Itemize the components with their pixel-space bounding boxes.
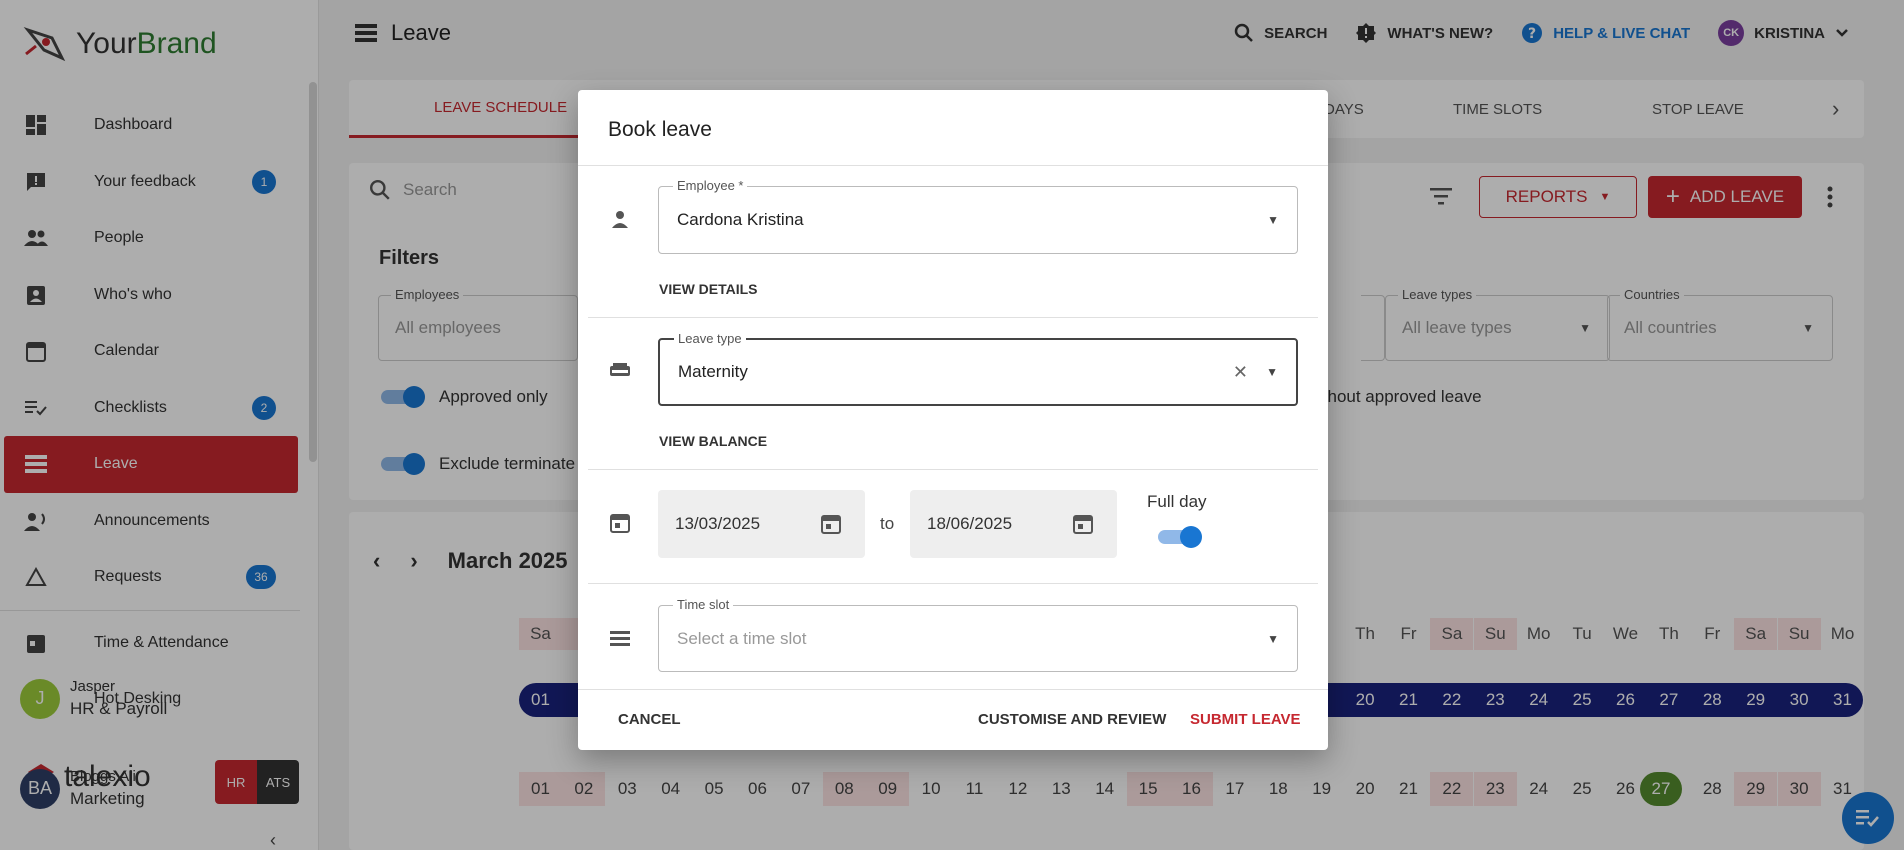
field-value: 13/03/2025 [675, 514, 761, 533]
caret-down-icon: ▼ [1266, 365, 1278, 379]
field-placeholder: Select a time slot [677, 628, 807, 648]
start-date-input[interactable]: 13/03/2025 [658, 490, 865, 558]
cancel-button[interactable]: CANCEL [618, 711, 681, 728]
section-divider [588, 469, 1318, 470]
view-balance-button[interactable]: VIEW BALANCE [659, 433, 767, 449]
caret-down-icon: ▼ [1267, 213, 1279, 227]
end-date-input[interactable]: 18/06/2025 [910, 490, 1117, 558]
dialog-title-divider [578, 165, 1328, 166]
submit-leave-button[interactable]: SUBMIT LEAVE [1190, 711, 1301, 728]
date-range-separator: to [880, 514, 895, 533]
view-details-button[interactable]: VIEW DETAILS [659, 281, 758, 297]
leave-type-select[interactable]: Leave type Maternity ✕ ▼ [658, 331, 1298, 406]
caret-down-icon: ▼ [1267, 631, 1279, 646]
field-value: Maternity [678, 362, 748, 381]
employee-select[interactable]: Employee * Cardona Kristina ▼ [658, 178, 1298, 254]
dialog-title: Book leave [608, 118, 712, 141]
time-slot-select[interactable]: Time slot Select a time slot ▼ [658, 597, 1298, 672]
full-day-toggle[interactable] [1156, 526, 1202, 548]
section-divider [588, 583, 1318, 584]
field-label: Employee * [673, 178, 748, 193]
field-label: Time slot [673, 597, 734, 612]
calendar-icon [610, 514, 630, 533]
dialog-actions: CANCEL CUSTOMISE AND REVIEW SUBMIT LEAVE [578, 690, 1328, 750]
field-value: 18/06/2025 [927, 514, 1013, 533]
book-leave-dialog: Book leave Employee * Cardona Kristina ▼… [578, 90, 1328, 750]
customise-and-review-button[interactable]: CUSTOMISE AND REVIEW [978, 711, 1166, 728]
calendar-picker-icon[interactable] [819, 512, 843, 536]
leave-icon [610, 631, 630, 646]
sofa-icon [610, 363, 630, 376]
field-label: Leave type [674, 331, 746, 346]
clear-icon[interactable]: ✕ [1233, 362, 1248, 383]
full-day-label: Full day [1147, 492, 1207, 511]
field-value: Cardona Kristina [677, 210, 804, 229]
calendar-picker-icon[interactable] [1071, 512, 1095, 536]
section-divider [588, 317, 1318, 318]
person-icon [612, 211, 628, 228]
